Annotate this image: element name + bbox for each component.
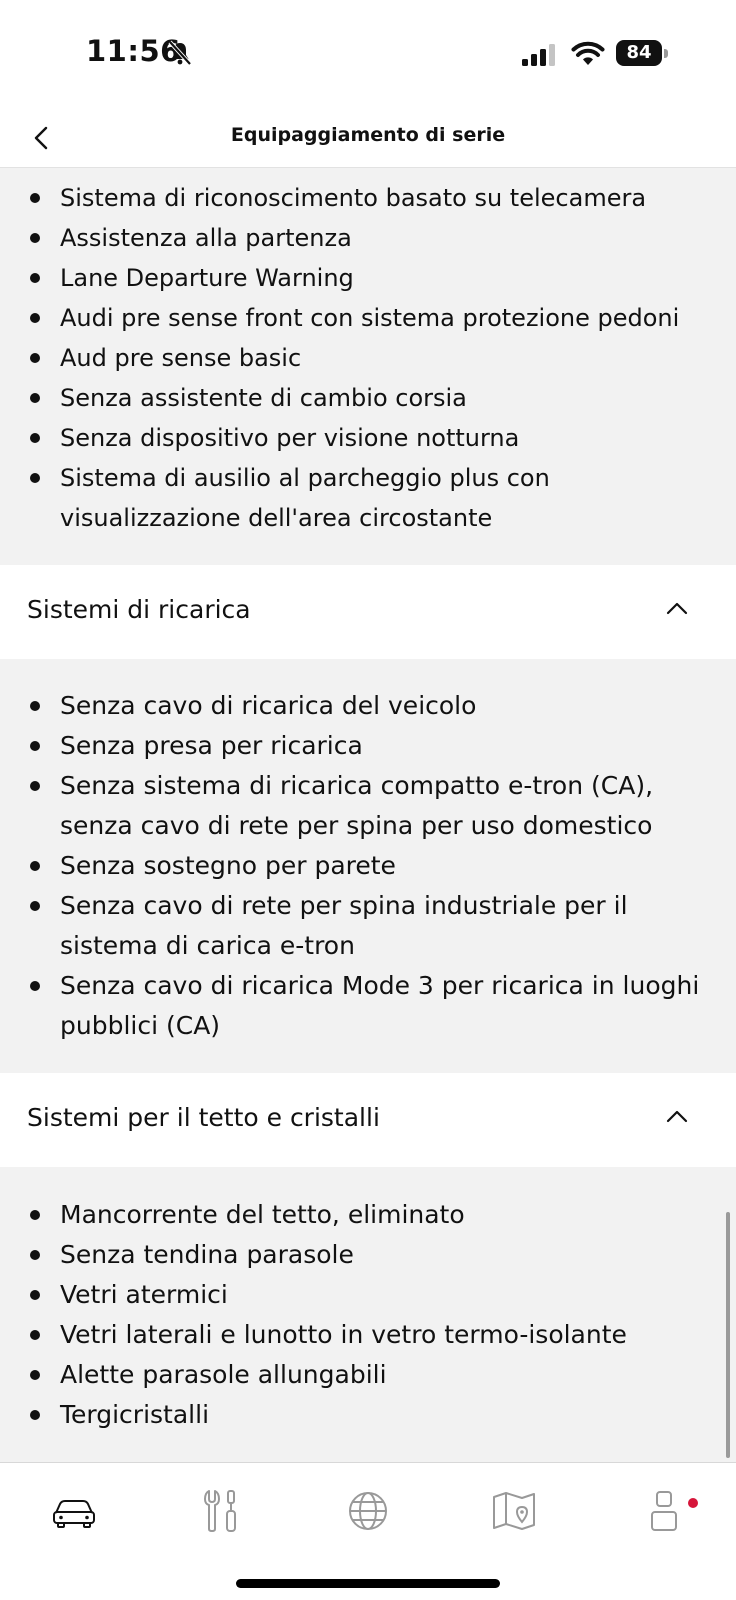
list-item: Senza cavo di ricarica Mode 3 per ricari… [0, 966, 736, 1046]
list-item: Senza presa per ricarica [0, 726, 736, 766]
battery-nub [664, 49, 668, 58]
status-time: 11:56 [86, 34, 181, 68]
list-item: Senza sistema di ricarica compatto e-tro… [0, 766, 736, 846]
section-charging-items: Senza cavo di ricarica del veicolo Senza… [0, 659, 736, 1073]
section-header-charging[interactable]: Sistemi di ricarica [0, 565, 736, 659]
tab-map[interactable] [490, 1487, 538, 1535]
list-item: Sistema di riconoscimento basato su tele… [0, 178, 736, 218]
list-item: Tergicristalli [0, 1395, 736, 1435]
tab-service[interactable] [198, 1487, 246, 1535]
list-item: Senza sostegno per parete [0, 846, 736, 886]
list-item: Senza cavo di rete per spina industriale… [0, 886, 736, 966]
home-indicator[interactable] [236, 1579, 500, 1588]
tab-profile[interactable] [640, 1487, 688, 1535]
list-item: Senza dispositivo per visione notturna [0, 418, 736, 458]
list-item: Assistenza alla partenza [0, 218, 736, 258]
cellular-signal-icon [522, 44, 555, 66]
page-title: Equipaggiamento di serie [230, 124, 506, 146]
scrollbar[interactable] [726, 1212, 730, 1458]
section-title: Sistemi per il tetto e cristalli [27, 1103, 380, 1132]
list-item: Senza assistente di cambio corsia [0, 378, 736, 418]
chevron-up-icon [666, 602, 688, 615]
list-item: Alette parasole allungabili [0, 1355, 736, 1395]
list-item: Mancorrente del tetto, eliminato [0, 1195, 736, 1235]
profile-icon [651, 1491, 677, 1531]
chevron-up-icon [666, 1110, 688, 1123]
nav-header: Equipaggiamento di serie [0, 110, 736, 168]
car-icon [53, 1500, 95, 1528]
battery-level: 84 [616, 40, 662, 66]
globe-icon [349, 1492, 387, 1530]
section-roof-glass-items: Mancorrente del tetto, eliminato Senza t… [0, 1167, 736, 1463]
map-icon [493, 1492, 535, 1530]
list-item: Lane Departure Warning [0, 258, 736, 298]
section-title: Sistemi di ricarica [27, 595, 251, 624]
list-item: Sistema di ausilio al parcheggio plus co… [0, 458, 736, 538]
list-item: Aud pre sense basic [0, 338, 736, 378]
section-header-roof-glass[interactable]: Sistemi per il tetto e cristalli [0, 1073, 736, 1167]
status-bar: 11:56 84 [0, 0, 736, 110]
silent-bell-icon [168, 40, 192, 66]
service-tools-icon [204, 1490, 236, 1532]
list-item: Vetri laterali e lunotto in vetro termo-… [0, 1315, 736, 1355]
list-item: Audi pre sense front con sistema protezi… [0, 298, 736, 338]
list-item: Senza cavo di ricarica del veicolo [0, 686, 736, 726]
wifi-icon [571, 41, 605, 65]
notification-badge [688, 1498, 698, 1508]
battery-indicator: 84 [616, 40, 668, 66]
tab-explore[interactable] [344, 1487, 392, 1535]
tab-vehicle[interactable] [50, 1487, 98, 1535]
section-assistance-items: Sistema di riconoscimento basato su tele… [0, 168, 736, 565]
equipment-list[interactable]: Sistema di riconoscimento basato su tele… [0, 168, 736, 1463]
list-item: Vetri atermici [0, 1275, 736, 1315]
list-item: Senza tendina parasole [0, 1235, 736, 1275]
